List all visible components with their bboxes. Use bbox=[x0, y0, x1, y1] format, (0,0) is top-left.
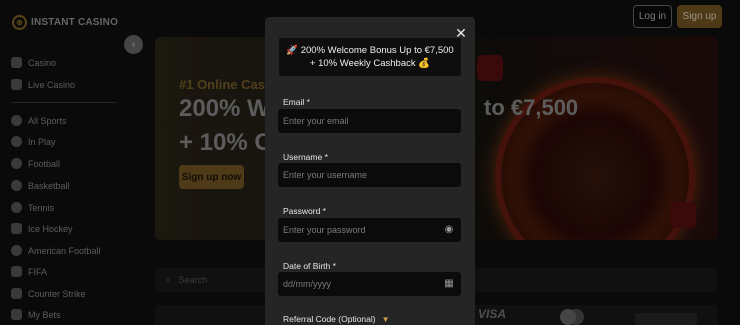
referral-label: Referral Code (Optional) bbox=[283, 314, 376, 324]
email-label: Email * bbox=[283, 97, 310, 107]
email-field[interactable] bbox=[278, 109, 461, 133]
calendar-icon[interactable]: ▦ bbox=[443, 278, 455, 290]
eye-icon[interactable]: ◉ bbox=[443, 224, 455, 236]
dob-input[interactable] bbox=[283, 279, 433, 289]
signup-modal: ✕ 🚀 200% Welcome Bonus Up to €7,500 + 10… bbox=[265, 17, 475, 325]
password-input[interactable] bbox=[283, 225, 433, 235]
password-field[interactable]: ◉ bbox=[278, 218, 461, 242]
promo-line-2: + 10% Weekly Cashback 💰 bbox=[309, 58, 431, 69]
referral-code-toggle[interactable]: Referral Code (Optional) ▼ bbox=[283, 314, 390, 324]
chevron-down-icon: ▼ bbox=[381, 314, 390, 324]
username-label: Username * bbox=[283, 152, 328, 162]
username-input[interactable] bbox=[283, 170, 433, 180]
email-input[interactable] bbox=[283, 116, 433, 126]
welcome-bonus-banner: 🚀 200% Welcome Bonus Up to €7,500 + 10% … bbox=[279, 38, 461, 76]
username-field[interactable] bbox=[278, 163, 461, 187]
dob-field[interactable]: ▦ bbox=[278, 272, 461, 296]
promo-line-1: 🚀 200% Welcome Bonus Up to €7,500 bbox=[286, 45, 454, 56]
dob-label: Date of Birth * bbox=[283, 261, 336, 271]
password-label: Password * bbox=[283, 206, 326, 216]
